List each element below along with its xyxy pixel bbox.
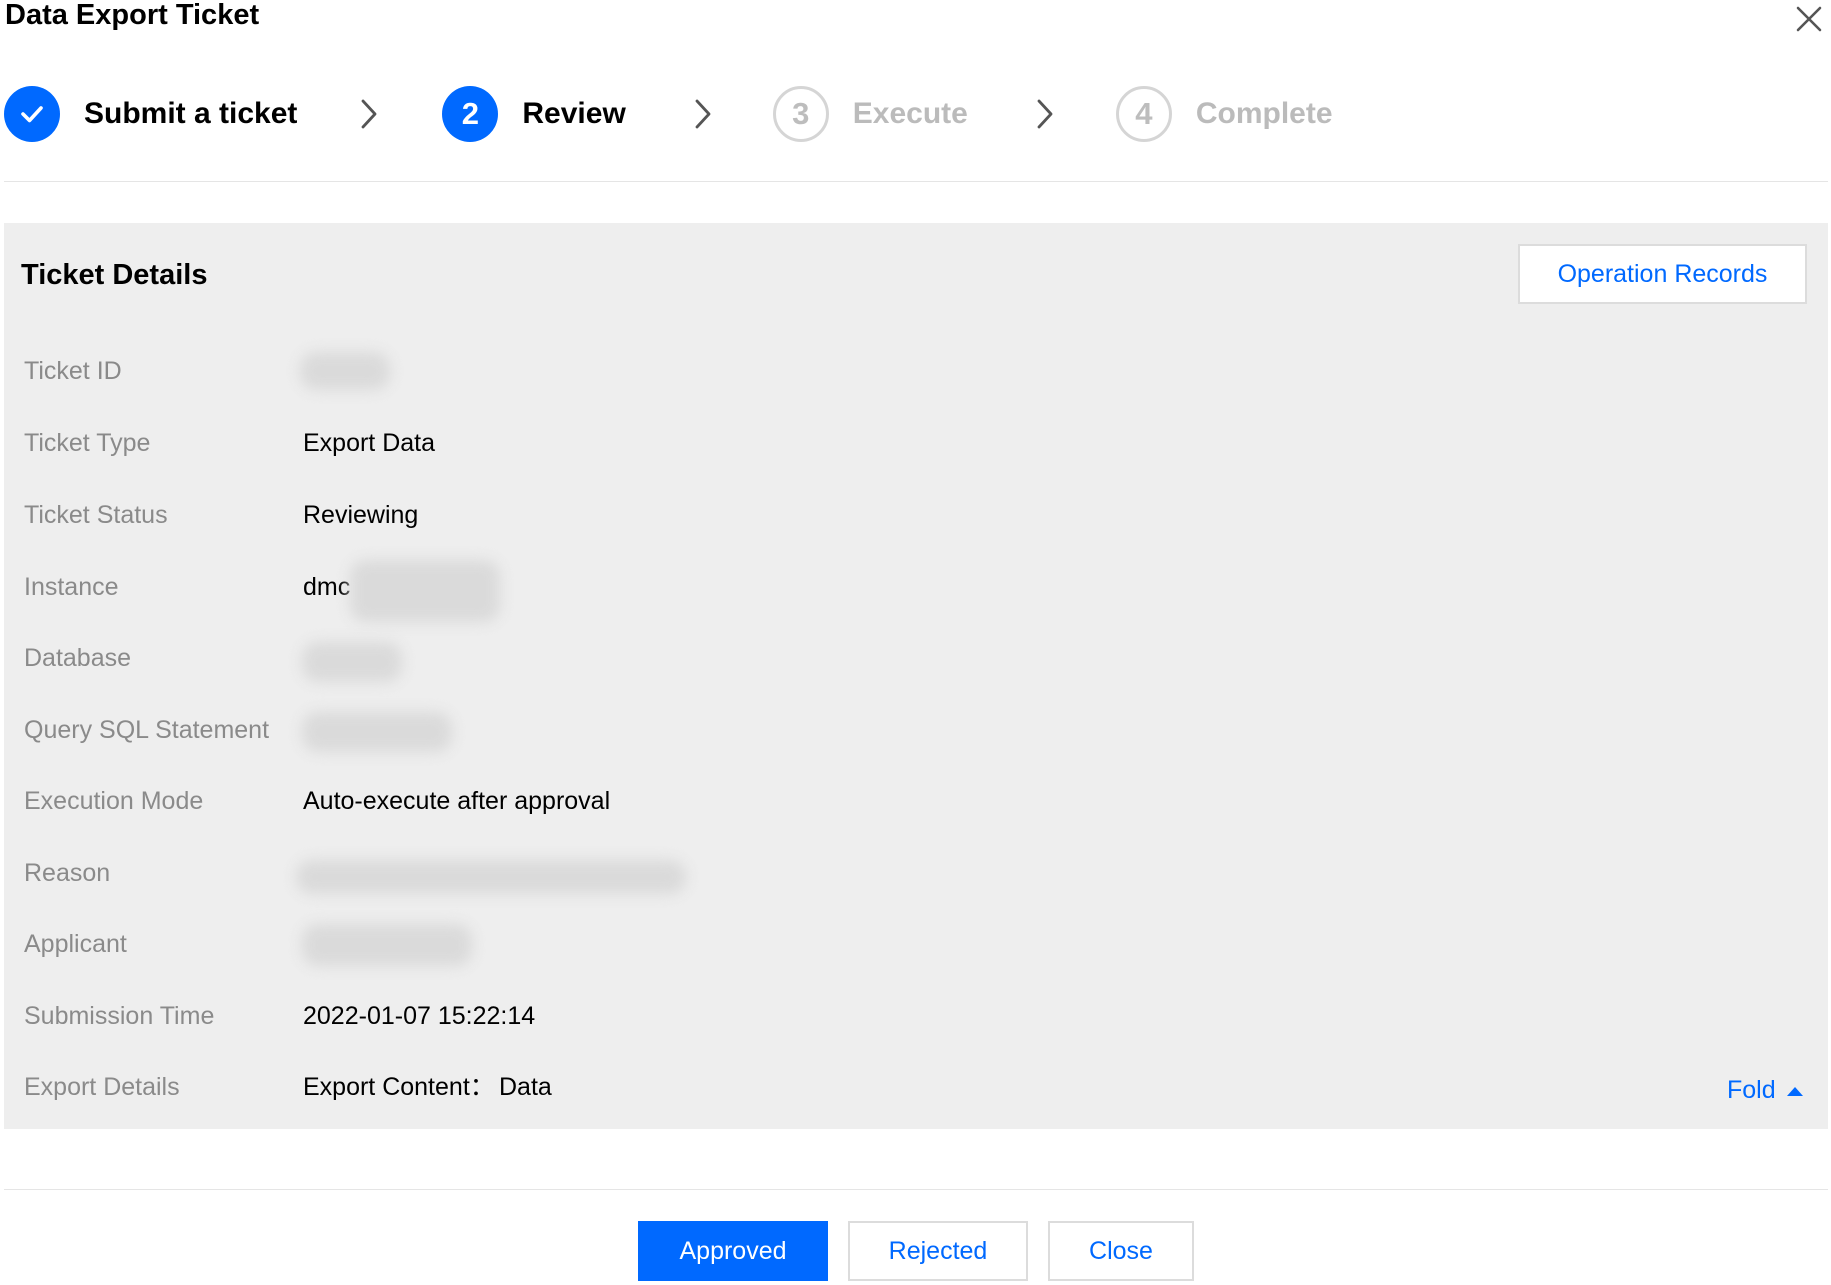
step-label: Submit a ticket bbox=[84, 97, 298, 130]
ticket-details-panel bbox=[4, 223, 1828, 1129]
step-label: Complete bbox=[1195, 97, 1333, 130]
execution-mode-value: Auto-execute after approval bbox=[303, 787, 611, 815]
execution-mode-label: Execution Mode bbox=[24, 787, 204, 815]
caret-up-icon bbox=[1786, 1086, 1803, 1096]
close-button[interactable]: Close bbox=[1048, 1221, 1194, 1281]
ticket-status-label: Ticket Status bbox=[24, 501, 168, 529]
dialog-title: Data Export Ticket bbox=[5, 0, 260, 31]
section-title: Ticket Details bbox=[21, 259, 208, 291]
redacted-value bbox=[296, 860, 686, 894]
step-number: 2 bbox=[442, 86, 499, 142]
step-submit: Submit a ticket bbox=[4, 86, 297, 142]
step-number: 4 bbox=[1115, 86, 1172, 142]
ticket-status-value: Reviewing bbox=[303, 501, 419, 529]
chevron-right-icon bbox=[1028, 97, 1062, 131]
database-label: Database bbox=[24, 644, 132, 672]
ticket-type-value: Export Data bbox=[303, 429, 436, 457]
step-complete: 4 Complete bbox=[1115, 86, 1333, 142]
fold-label: Fold bbox=[1727, 1076, 1776, 1104]
export-content-value: Data bbox=[499, 1073, 552, 1101]
export-content-label: Export Content： bbox=[303, 1073, 495, 1101]
step-number: 3 bbox=[772, 86, 829, 142]
rejected-button[interactable]: Rejected bbox=[848, 1221, 1028, 1281]
approved-button[interactable]: Approved bbox=[638, 1221, 828, 1281]
redacted-value bbox=[300, 352, 390, 390]
redacted-value bbox=[302, 712, 452, 752]
chevron-right-icon bbox=[352, 97, 386, 131]
fold-toggle[interactable]: Fold bbox=[1727, 1075, 1803, 1105]
ticket-id-label: Ticket ID bbox=[24, 357, 122, 385]
step-label: Review bbox=[522, 97, 626, 130]
chevron-right-icon bbox=[686, 97, 720, 131]
redacted-value bbox=[302, 924, 472, 966]
step-review: 2 Review bbox=[442, 86, 626, 142]
ticket-type-label: Ticket Type bbox=[24, 429, 151, 457]
check-icon bbox=[4, 86, 60, 142]
step-execute: 3 Execute bbox=[772, 86, 968, 142]
query-sql-label: Query SQL Statement bbox=[24, 716, 270, 744]
redacted-value bbox=[302, 642, 402, 682]
submission-time-value: 2022-01-07 15:22:14 bbox=[303, 1002, 536, 1030]
submission-time-label: Submission Time bbox=[24, 1002, 215, 1030]
stepper: Submit a ticket 2 Review 3 Execute 4 Com… bbox=[4, 84, 1333, 144]
close-icon[interactable] bbox=[1793, 3, 1825, 35]
instance-value: dmc bbox=[303, 573, 351, 601]
divider bbox=[4, 1189, 1828, 1190]
applicant-label: Applicant bbox=[24, 930, 127, 958]
divider bbox=[4, 181, 1828, 182]
operation-records-button[interactable]: Operation Records bbox=[1518, 244, 1807, 304]
redacted-value bbox=[350, 560, 500, 622]
reason-label: Reason bbox=[24, 859, 111, 887]
export-details-label: Export Details bbox=[24, 1073, 180, 1101]
step-label: Execute bbox=[852, 97, 968, 130]
instance-label: Instance bbox=[24, 573, 119, 601]
